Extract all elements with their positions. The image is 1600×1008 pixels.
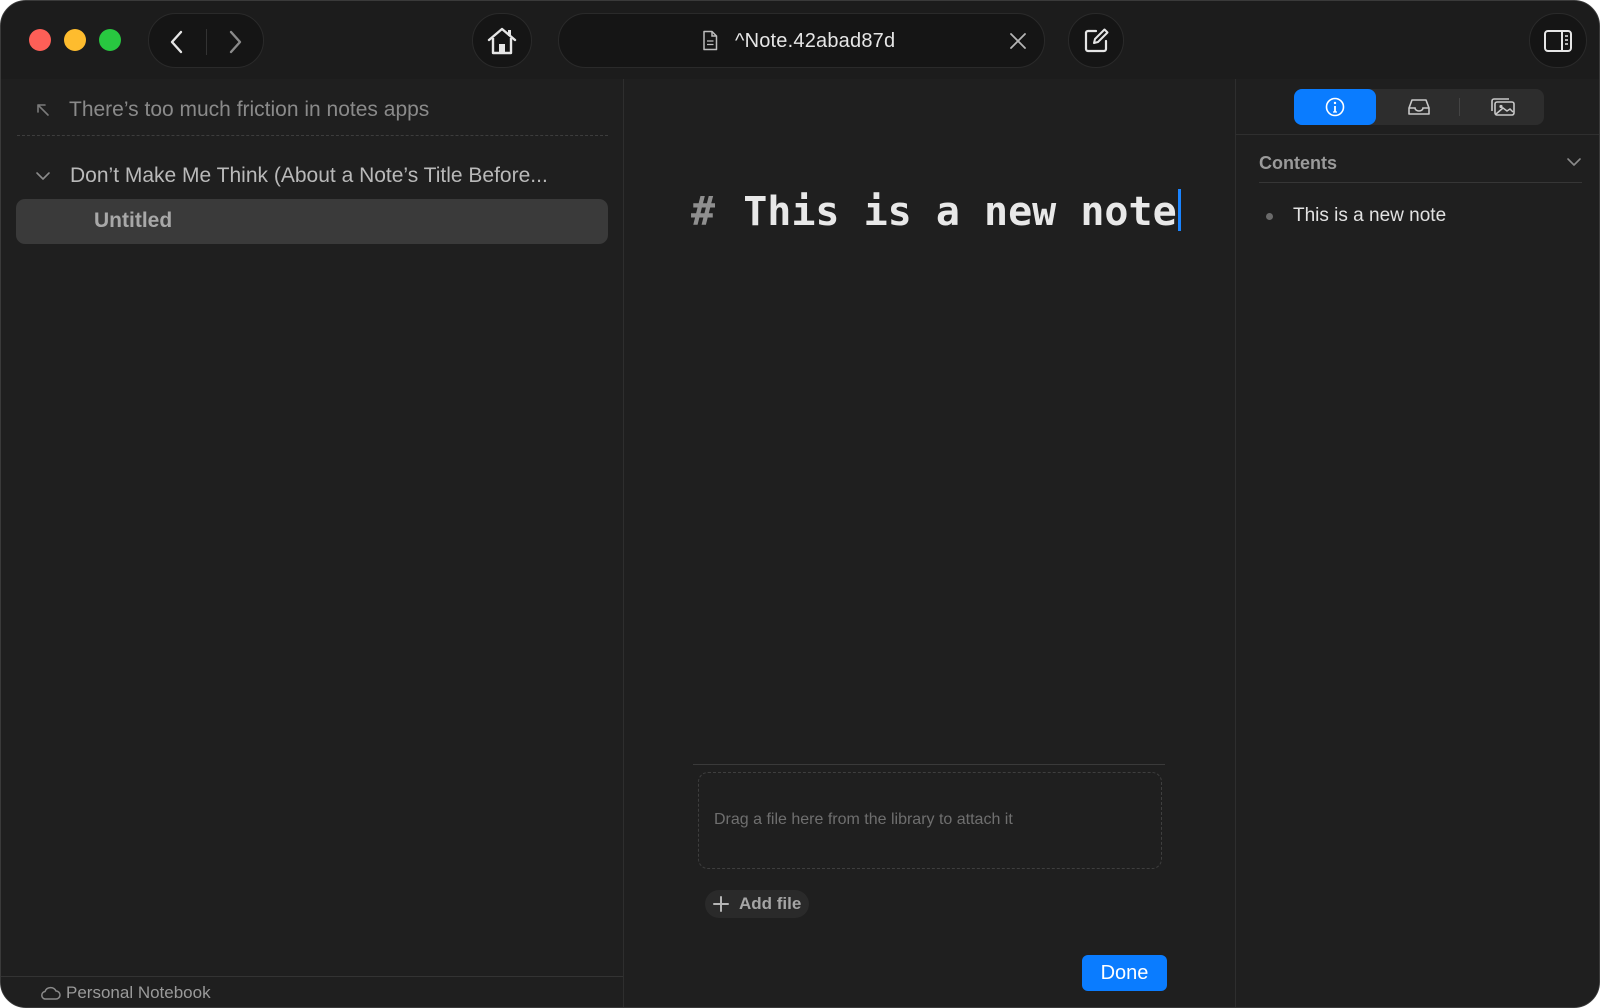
tree-item-selected-title: Untitled bbox=[94, 209, 173, 232]
close-window-button[interactable] bbox=[29, 29, 51, 51]
photo-stack-icon bbox=[1491, 98, 1515, 116]
zoom-window-button[interactable] bbox=[99, 29, 121, 51]
toc-item-label: This is a new note bbox=[1293, 205, 1447, 226]
address-bar[interactable]: ^Note.42abad87d bbox=[558, 13, 1045, 68]
inbox-icon bbox=[1408, 99, 1430, 115]
tree-item-title: Don’t Make Me Think (About a Note’s Titl… bbox=[70, 164, 548, 187]
note-editor[interactable]: # This is a new note Drag a file here fr… bbox=[625, 79, 1234, 1007]
contents-section-header[interactable]: Contents bbox=[1259, 153, 1582, 183]
tab-inbox[interactable] bbox=[1378, 89, 1460, 125]
chevron-down-icon[interactable] bbox=[35, 170, 51, 182]
text-caret bbox=[1177, 189, 1181, 231]
toggle-inspector-button[interactable] bbox=[1529, 13, 1587, 68]
contents-title: Contents bbox=[1259, 153, 1337, 173]
tab-divider bbox=[1459, 98, 1460, 116]
parent-note-link[interactable]: There’s too much friction in notes apps bbox=[35, 95, 429, 125]
note-heading[interactable]: # This is a new note bbox=[691, 189, 1181, 235]
add-file-label: Add file bbox=[739, 894, 802, 913]
sidebar-right-icon bbox=[1544, 29, 1572, 52]
inspector-divider bbox=[1236, 134, 1599, 135]
info-icon bbox=[1325, 97, 1345, 117]
toolbar: ^Note.42abad87d bbox=[1, 1, 1599, 79]
plus-icon bbox=[713, 896, 729, 912]
compose-icon bbox=[1084, 28, 1109, 52]
close-icon[interactable] bbox=[1008, 31, 1028, 51]
compose-button[interactable] bbox=[1068, 13, 1124, 68]
minimize-window-button[interactable] bbox=[64, 29, 86, 51]
heading-text: This is a new note bbox=[743, 189, 1177, 235]
document-icon bbox=[703, 30, 718, 51]
address-text: ^Note.42abad87d bbox=[735, 30, 896, 52]
tab-media[interactable] bbox=[1462, 89, 1544, 125]
home-icon bbox=[487, 27, 517, 54]
tree-item-parent[interactable]: Don’t Make Me Think (About a Note’s Titl… bbox=[35, 161, 548, 191]
forward-button[interactable] bbox=[207, 14, 263, 69]
dropzone-hint: Drag a file here from the library to att… bbox=[714, 811, 1013, 828]
chevron-left-icon bbox=[170, 30, 183, 53]
back-button[interactable] bbox=[149, 14, 205, 69]
toc-bullet bbox=[1266, 212, 1273, 220]
notebook-name: Personal Notebook bbox=[66, 983, 211, 1002]
arrow-up-left-icon bbox=[37, 104, 49, 116]
chevron-right-icon bbox=[229, 30, 242, 53]
inspector-panel: Contents This is a new note bbox=[1235, 79, 1599, 1007]
parent-note-title: There’s too much friction in notes apps bbox=[69, 98, 430, 121]
add-file-button[interactable]: Add file bbox=[705, 890, 810, 918]
navigation-controls bbox=[148, 13, 264, 68]
notes-sidebar: There’s too much friction in notes apps … bbox=[1, 79, 624, 1007]
heading-marker: # bbox=[691, 189, 716, 235]
tree-item-selected[interactable]: Untitled bbox=[16, 199, 608, 244]
chevron-down-icon[interactable] bbox=[1566, 156, 1582, 168]
app-window: ^Note.42abad87d There’s too much frictio… bbox=[0, 0, 1600, 1008]
inspector-tabs bbox=[1294, 89, 1544, 125]
tab-info[interactable] bbox=[1294, 89, 1376, 125]
attachment-dropzone[interactable]: Drag a file here from the library to att… bbox=[698, 772, 1162, 869]
toc-item[interactable]: This is a new note bbox=[1266, 205, 1446, 227]
cloud-icon bbox=[41, 986, 61, 1000]
sidebar-divider bbox=[17, 135, 608, 136]
sidebar-footer[interactable]: Personal Notebook bbox=[1, 976, 623, 1007]
home-button[interactable] bbox=[472, 13, 532, 68]
done-button[interactable]: Done bbox=[1082, 955, 1167, 991]
attachments-divider bbox=[693, 764, 1165, 765]
